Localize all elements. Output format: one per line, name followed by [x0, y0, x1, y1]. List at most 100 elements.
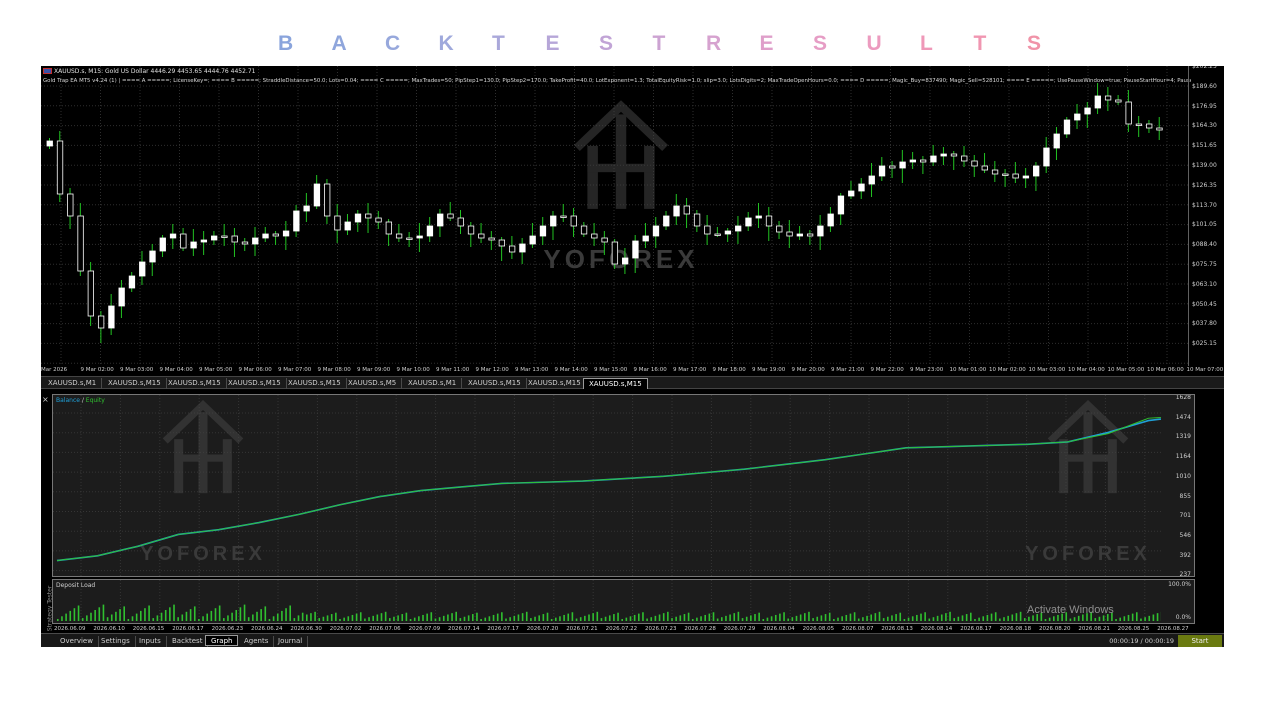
date-label: 2026.07.20: [526, 626, 559, 632]
tester-tab-overview[interactable]: Overview: [55, 636, 99, 647]
load-bar: [177, 617, 179, 621]
candle-body: [817, 225, 824, 237]
candle-body: [1074, 113, 1081, 121]
load-bar: [260, 609, 262, 621]
load-bar: [77, 605, 80, 621]
candle-body: [385, 221, 392, 235]
load-bar: [1127, 614, 1130, 621]
chart-tab[interactable]: XAUUSD.s,M15: [583, 378, 648, 389]
balance-axis-label: 1628: [1175, 394, 1191, 401]
date-label: 2026.06.30: [290, 626, 322, 632]
start-button[interactable]: Start: [1178, 635, 1222, 647]
heading-letter: T: [973, 32, 987, 55]
load-bar: [891, 615, 893, 621]
load-bar: [662, 613, 665, 621]
load-bar: [422, 614, 424, 621]
load-bar: [135, 613, 138, 621]
load-bar: [787, 618, 789, 621]
chart-tab[interactable]: XAUUSD.s,M1: [403, 378, 463, 389]
price-label: $050.45: [1192, 300, 1217, 308]
load-bar: [1053, 616, 1055, 621]
strategy-tester-side-label: Strategy Tester: [41, 586, 53, 633]
load-bar: [982, 616, 985, 621]
load-bar: [1136, 612, 1138, 621]
time-label: 10 Mar 07:00: [1186, 367, 1224, 373]
tester-tab-inputs[interactable]: Inputs: [134, 636, 167, 647]
load-bar: [638, 613, 640, 621]
chart-tab[interactable]: XAUUSD.s,M15: [463, 378, 527, 389]
time-label: 9 Mar 13:00: [515, 367, 549, 373]
load-bar: [542, 614, 545, 621]
chart-tab[interactable]: XAUUSD.s,M1: [43, 378, 103, 389]
load-bar: [1131, 613, 1134, 621]
load-bar: [69, 610, 72, 621]
chart-tab[interactable]: XAUUSD.s,M15: [103, 378, 167, 389]
tester-tab-journal[interactable]: Journal: [273, 636, 309, 647]
load-bar: [820, 615, 823, 621]
load-bar: [870, 614, 872, 621]
load-bar: [538, 615, 540, 621]
price-chart[interactable]: YOFOREX XAUUSD.s, M15: Gold US Dollar 44…: [41, 66, 1224, 376]
load-bar: [550, 619, 553, 621]
load-bar: [285, 608, 287, 621]
price-label: $101.05: [1192, 221, 1217, 229]
chart-tab[interactable]: XAUUSD.s,M15: [223, 378, 287, 389]
price-label: $025.15: [1192, 340, 1217, 348]
load-bar: [961, 615, 964, 621]
heading-letter: B: [278, 32, 294, 55]
load-bar: [754, 614, 756, 621]
load-bar: [990, 613, 993, 621]
load-bar: [779, 613, 781, 621]
chart-tab[interactable]: XAUUSD.s,M15: [283, 378, 347, 389]
load-bar: [264, 606, 267, 621]
load-bar: [256, 611, 258, 621]
load-bar: [887, 616, 889, 621]
candle-body: [1115, 99, 1122, 103]
load-bar: [127, 619, 130, 621]
load-bar: [223, 618, 225, 621]
date-label: 2026.07.09: [408, 626, 441, 632]
load-bar: [795, 615, 798, 621]
heading-letter: C: [385, 32, 401, 55]
tester-tab-settings[interactable]: Settings: [96, 636, 136, 647]
chart-tab[interactable]: XAUUSD.s,M5: [343, 378, 403, 389]
load-bar: [940, 614, 943, 621]
candle-body: [714, 233, 721, 236]
load-bar: [774, 614, 777, 621]
tester-tab-backtest[interactable]: Backtest: [167, 636, 209, 647]
load-bar: [974, 619, 976, 621]
load-bar: [650, 617, 653, 621]
chart-tab[interactable]: XAUUSD.s,M15: [523, 378, 587, 389]
load-bar: [957, 616, 960, 621]
load-bar: [185, 611, 188, 621]
load-bar: [812, 618, 814, 621]
load-bar: [61, 616, 63, 621]
load-bar: [505, 618, 507, 621]
load-bar: [488, 616, 491, 621]
load-bar: [480, 619, 482, 621]
load-bar: [857, 618, 860, 621]
time-label: 10 Mar 04:00: [1068, 367, 1105, 373]
date-label: 2026.08.07: [842, 626, 874, 632]
load-bar: [1023, 618, 1026, 621]
load-bar: [766, 617, 769, 621]
load-bar: [364, 618, 366, 621]
close-icon[interactable]: ×: [42, 395, 49, 404]
load-bar: [567, 613, 570, 621]
load-bar: [401, 614, 404, 621]
balance-axis-label: 1164: [1175, 453, 1191, 461]
candle-body: [1104, 95, 1112, 101]
chart-tab-bar: XAUUSD.s,M1 XAUUSD.s,M15 XAUUSD.s,M15 XAUUS…: [41, 376, 1224, 389]
time-label: 9 Mar 20:00: [791, 367, 825, 373]
load-bar: [322, 616, 325, 621]
tester-tab-agents[interactable]: Agents: [239, 636, 275, 647]
date-label: 2026.06.09: [54, 626, 86, 632]
tester-tab-graph[interactable]: Graph: [205, 635, 239, 646]
time-label: 9 Mar 07:00: [278, 367, 312, 373]
load-bar: [679, 615, 682, 621]
candle-body: [293, 210, 300, 232]
load-bar: [882, 618, 885, 621]
chart-tab[interactable]: XAUUSD.s,M15: [163, 378, 227, 389]
price-label: $164.30: [1192, 122, 1217, 130]
load-bar: [1019, 611, 1022, 621]
